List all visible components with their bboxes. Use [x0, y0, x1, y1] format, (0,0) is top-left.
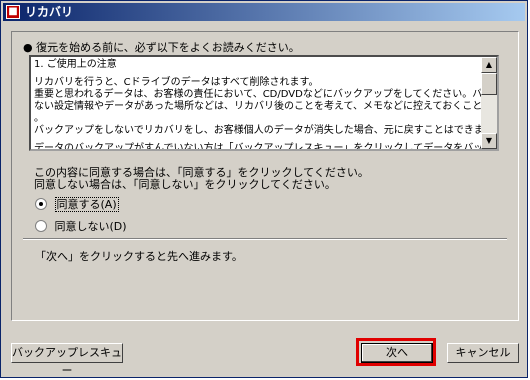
- notice-scrollbar[interactable]: ▲ ▼: [481, 57, 497, 149]
- app-icon: ■: [6, 5, 20, 19]
- instruction-heading: ● 復元を始める前に、必ず以下をよくお読みください。: [23, 41, 300, 54]
- radio-agree-label[interactable]: 同意する(A): [54, 197, 119, 212]
- radio-disagree[interactable]: 同意しない(D): [35, 219, 127, 235]
- notice-line: 重要と思われるデータは、お客様の責任において、CD/DVDなどにバックアップをし…: [34, 89, 497, 100]
- scroll-thumb[interactable]: [481, 73, 497, 95]
- notice-line: データのバックアップがすんでいない方は「バックアップレスキュー」をクリックしてデ…: [34, 143, 499, 151]
- divider: [23, 238, 507, 240]
- agreement-instructions: この内容に同意する場合は、「同意する」をクリックしてください。 同意しない場合は…: [34, 167, 369, 191]
- cancel-button[interactable]: キャンセル: [447, 343, 519, 363]
- radio-disagree-label[interactable]: 同意しない(D): [55, 220, 127, 233]
- notice-line: リカバリを行うと、Cドライブのデータはすべて削除されます。: [34, 77, 319, 88]
- agreement-line: 同意しない場合は、「同意しない」をクリックしてください。: [34, 178, 336, 191]
- recovery-window: ■ リカバリ ● 復元を始める前に、必ず以下をよくお読みください。 1. ご使用…: [0, 0, 528, 378]
- radio-unchecked-icon[interactable]: [35, 220, 47, 232]
- title-bar[interactable]: ■ リカバリ: [3, 3, 525, 21]
- notice-line: ない設定情報やデータがあった場所などは、リカバリ後のことを考えて、メモなどに控え…: [34, 101, 497, 112]
- window-title: リカバリ: [25, 5, 74, 19]
- scroll-up-arrow-icon[interactable]: ▲: [481, 57, 497, 73]
- radio-agree[interactable]: 同意する(A): [35, 197, 119, 213]
- next-instruction: 「次へ」をクリックすると先へ進みます。: [35, 250, 243, 263]
- notice-text: 1. ご使用上の注意 リカバリを行うと、Cドライブのデータはすべて削除されます。…: [34, 59, 499, 151]
- radio-checked-icon[interactable]: [35, 198, 47, 210]
- scroll-down-arrow-icon[interactable]: ▼: [481, 133, 497, 149]
- notice-textbox[interactable]: 1. ご使用上の注意 リカバリを行うと、Cドライブのデータはすべて削除されます。…: [29, 55, 499, 151]
- notice-line: 1. ご使用上の注意: [34, 59, 117, 70]
- notice-line: 。: [34, 113, 44, 124]
- backup-rescue-button[interactable]: バックアップレスキュー: [11, 343, 123, 377]
- next-button[interactable]: 次へ: [361, 343, 433, 363]
- notice-line: バックアップをしないでリカバリをし、お客様個人のデータが消失した場合、元に戻すこ…: [34, 125, 499, 136]
